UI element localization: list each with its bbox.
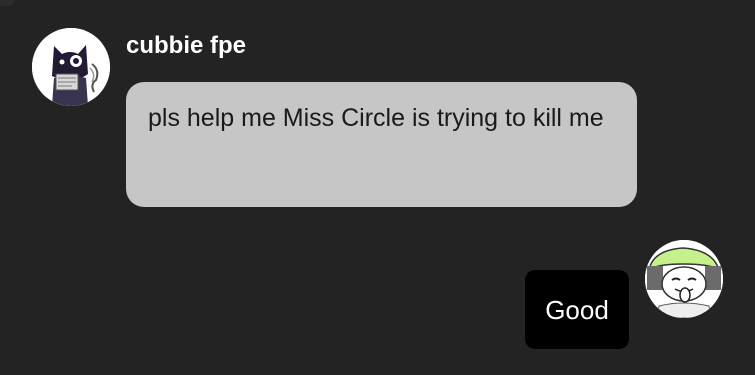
outgoing-message-bubble[interactable]: Good xyxy=(525,270,629,349)
incoming-message-text: pls help me Miss Circle is trying to kil… xyxy=(148,104,604,132)
green-hat-avatar-graphic xyxy=(645,240,723,318)
cartoon-face-green-hat-avatar-icon[interactable] xyxy=(645,240,723,318)
corner-shade xyxy=(0,0,14,6)
outgoing-message-text: Good xyxy=(545,294,609,325)
sender-name[interactable]: cubbie fpe xyxy=(126,30,246,62)
incoming-message-bubble[interactable]: pls help me Miss Circle is trying to kil… xyxy=(126,82,637,207)
black-cat-character-avatar-icon[interactable] xyxy=(32,28,110,106)
cat-avatar-graphic xyxy=(32,28,110,106)
